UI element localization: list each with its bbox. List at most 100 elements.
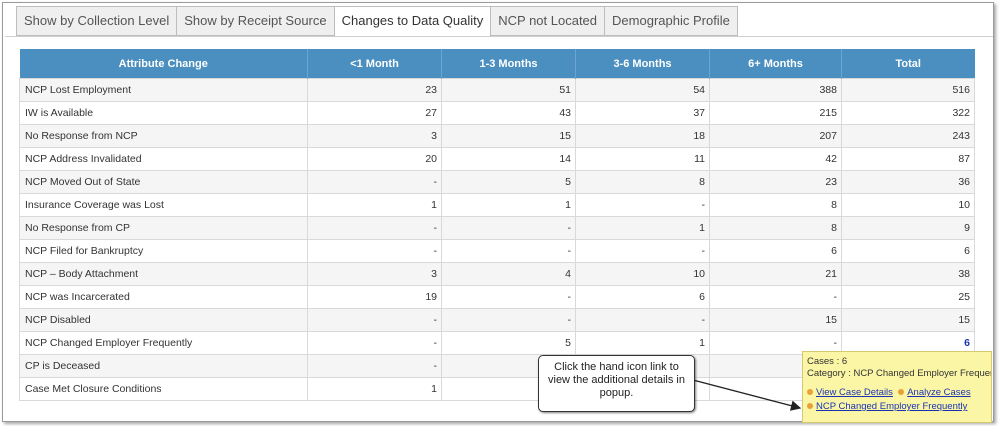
table-row: No Response from CP - -1 8 9 xyxy=(19,216,975,240)
view-case-details-link[interactable]: View Case Details xyxy=(816,387,893,398)
count-cell: - xyxy=(307,331,442,355)
attribute-cell: Insurance Coverage was Lost xyxy=(19,193,308,217)
count-cell[interactable]: 54 xyxy=(575,78,710,102)
count-cell[interactable]: 1 xyxy=(307,377,442,401)
table-header-row: Attribute Change <1 Month 1-3 Months 3-6 Mo… xyxy=(19,49,975,79)
count-cell[interactable]: 6 xyxy=(709,239,842,263)
table-row: NCP was Incarcerated 19-6-25 xyxy=(19,285,975,309)
count-cell[interactable]: 322 xyxy=(841,101,975,125)
table-row: NCP Filed for Bankruptcy - - -6 6 xyxy=(19,239,975,263)
count-cell[interactable]: 15 xyxy=(441,124,576,148)
count-cell[interactable]: 6 xyxy=(841,239,975,263)
attribute-cell: No Response from CP xyxy=(19,216,308,240)
count-cell[interactable]: 27 xyxy=(307,101,442,125)
count-cell[interactable]: 43 xyxy=(441,101,576,125)
attribute-cell: Case Met Closure Conditions xyxy=(19,377,308,401)
count-cell: - xyxy=(441,285,576,309)
tab-divider xyxy=(5,36,993,37)
count-cell[interactable]: 23 xyxy=(307,78,442,102)
count-cell[interactable]: 8 xyxy=(709,193,842,217)
count-cell[interactable]: 1 xyxy=(575,216,710,240)
count-cell[interactable]: 51 xyxy=(441,78,576,102)
count-cell[interactable]: 1 xyxy=(441,193,576,217)
count-cell[interactable]: 243 xyxy=(841,124,975,148)
count-cell[interactable]: 516 xyxy=(841,78,975,102)
count-cell[interactable]: 9 xyxy=(841,216,975,240)
column-header: 3-6 Months xyxy=(575,49,710,79)
count-cell[interactable]: 388 xyxy=(709,78,842,102)
instruction-callout: Click the hand icon link to view the add… xyxy=(538,355,695,412)
attribute-cell: NCP Moved Out of State xyxy=(19,170,308,194)
attribute-cell: CP is Deceased xyxy=(19,354,308,378)
count-cell: - xyxy=(307,170,442,194)
count-cell[interactable]: 3 xyxy=(307,124,442,148)
attribute-cell: NCP Address Invalidated xyxy=(19,147,308,171)
column-header: Attribute Change xyxy=(19,49,308,79)
count-cell[interactable]: 21 xyxy=(709,262,842,286)
count-cell[interactable]: 215 xyxy=(709,101,842,125)
count-cell[interactable]: 18 xyxy=(575,124,710,148)
count-cell[interactable]: 10 xyxy=(841,193,975,217)
count-cell[interactable]: 87 xyxy=(841,147,975,171)
attribute-cell: IW is Available xyxy=(19,101,308,125)
callout-arrow xyxy=(692,379,802,411)
count-cell: - xyxy=(307,308,442,332)
count-cell[interactable]: 15 xyxy=(709,308,842,332)
count-cell[interactable]: 20 xyxy=(307,147,442,171)
count-cell[interactable]: 15 xyxy=(841,308,975,332)
tab-collection-level[interactable]: Show by Collection Level xyxy=(16,6,178,36)
count-cell: - xyxy=(575,308,710,332)
count-cell[interactable]: 10 xyxy=(575,262,710,286)
count-cell[interactable]: 6 xyxy=(575,285,710,309)
data-quality-table: Attribute Change <1 Month 1-3 Months 3-6 Mo… xyxy=(19,49,975,401)
count-cell[interactable]: 19 xyxy=(307,285,442,309)
tab-demographic-profile[interactable]: Demographic Profile xyxy=(605,6,738,36)
count-cell[interactable]: 1 xyxy=(575,331,710,355)
count-cell: - xyxy=(575,193,710,217)
table-row: No Response from NCP 3 15 18 207 243 xyxy=(19,124,975,148)
tab-bar: Show by Collection Level Show by Receipt… xyxy=(16,6,738,37)
table-row: NCP Address Invalidated 20 14 11 42 87 xyxy=(19,147,975,171)
count-cell[interactable]: 37 xyxy=(575,101,710,125)
attribute-cell: NCP Filed for Bankruptcy xyxy=(19,239,308,263)
count-cell: - xyxy=(575,239,710,263)
count-cell[interactable]: 14 xyxy=(441,147,576,171)
bullet-icon xyxy=(898,389,905,396)
attribute-cell: NCP – Body Attachment xyxy=(19,262,308,286)
count-cell[interactable]: 1 xyxy=(307,193,442,217)
table-row: NCP Lost Employment 23 51 54 388 516 xyxy=(19,78,975,102)
count-cell[interactable]: 207 xyxy=(709,124,842,148)
count-cell[interactable]: 38 xyxy=(841,262,975,286)
count-cell: - xyxy=(307,216,442,240)
count-cell: - xyxy=(709,285,842,309)
tab-receipt-source[interactable]: Show by Receipt Source xyxy=(177,6,335,36)
attribute-cell: NCP Changed Employer Frequently xyxy=(19,331,308,355)
count-cell[interactable]: 23 xyxy=(709,170,842,194)
count-cell[interactable]: 36 xyxy=(841,170,975,194)
tab-ncp-not-located[interactable]: NCP not Located xyxy=(491,6,606,36)
column-header: <1 Month xyxy=(307,49,442,79)
count-cell[interactable]: 5 xyxy=(441,170,576,194)
count-cell: - xyxy=(307,239,442,263)
count-cell: - xyxy=(441,239,576,263)
count-cell[interactable]: 3 xyxy=(307,262,442,286)
table-row: NCP Disabled - - -15 15 xyxy=(19,308,975,332)
column-header: 1-3 Months xyxy=(441,49,576,79)
attribute-cell: No Response from NCP xyxy=(19,124,308,148)
tab-data-quality[interactable]: Changes to Data Quality xyxy=(334,6,492,37)
count-cell[interactable]: 8 xyxy=(575,170,710,194)
count-cell[interactable]: 11 xyxy=(575,147,710,171)
count-cell[interactable]: 5 xyxy=(441,331,576,355)
attribute-cell: NCP was Incarcerated xyxy=(19,285,308,309)
category-link[interactable]: NCP Changed Employer Frequently xyxy=(816,401,967,412)
column-header: 6+ Months xyxy=(709,49,842,79)
count-cell[interactable]: 42 xyxy=(709,147,842,171)
table-row: IW is Available 27 43 37 215 322 xyxy=(19,101,975,125)
count-cell[interactable]: 8 xyxy=(709,216,842,240)
column-header: Total xyxy=(841,49,975,79)
count-cell[interactable]: 25 xyxy=(841,285,975,309)
popup-cases: Cases : 6 xyxy=(807,356,848,367)
count-cell[interactable]: 4 xyxy=(441,262,576,286)
count-cell: - xyxy=(307,354,442,378)
analyze-cases-link[interactable]: Analyze Cases xyxy=(907,387,970,398)
